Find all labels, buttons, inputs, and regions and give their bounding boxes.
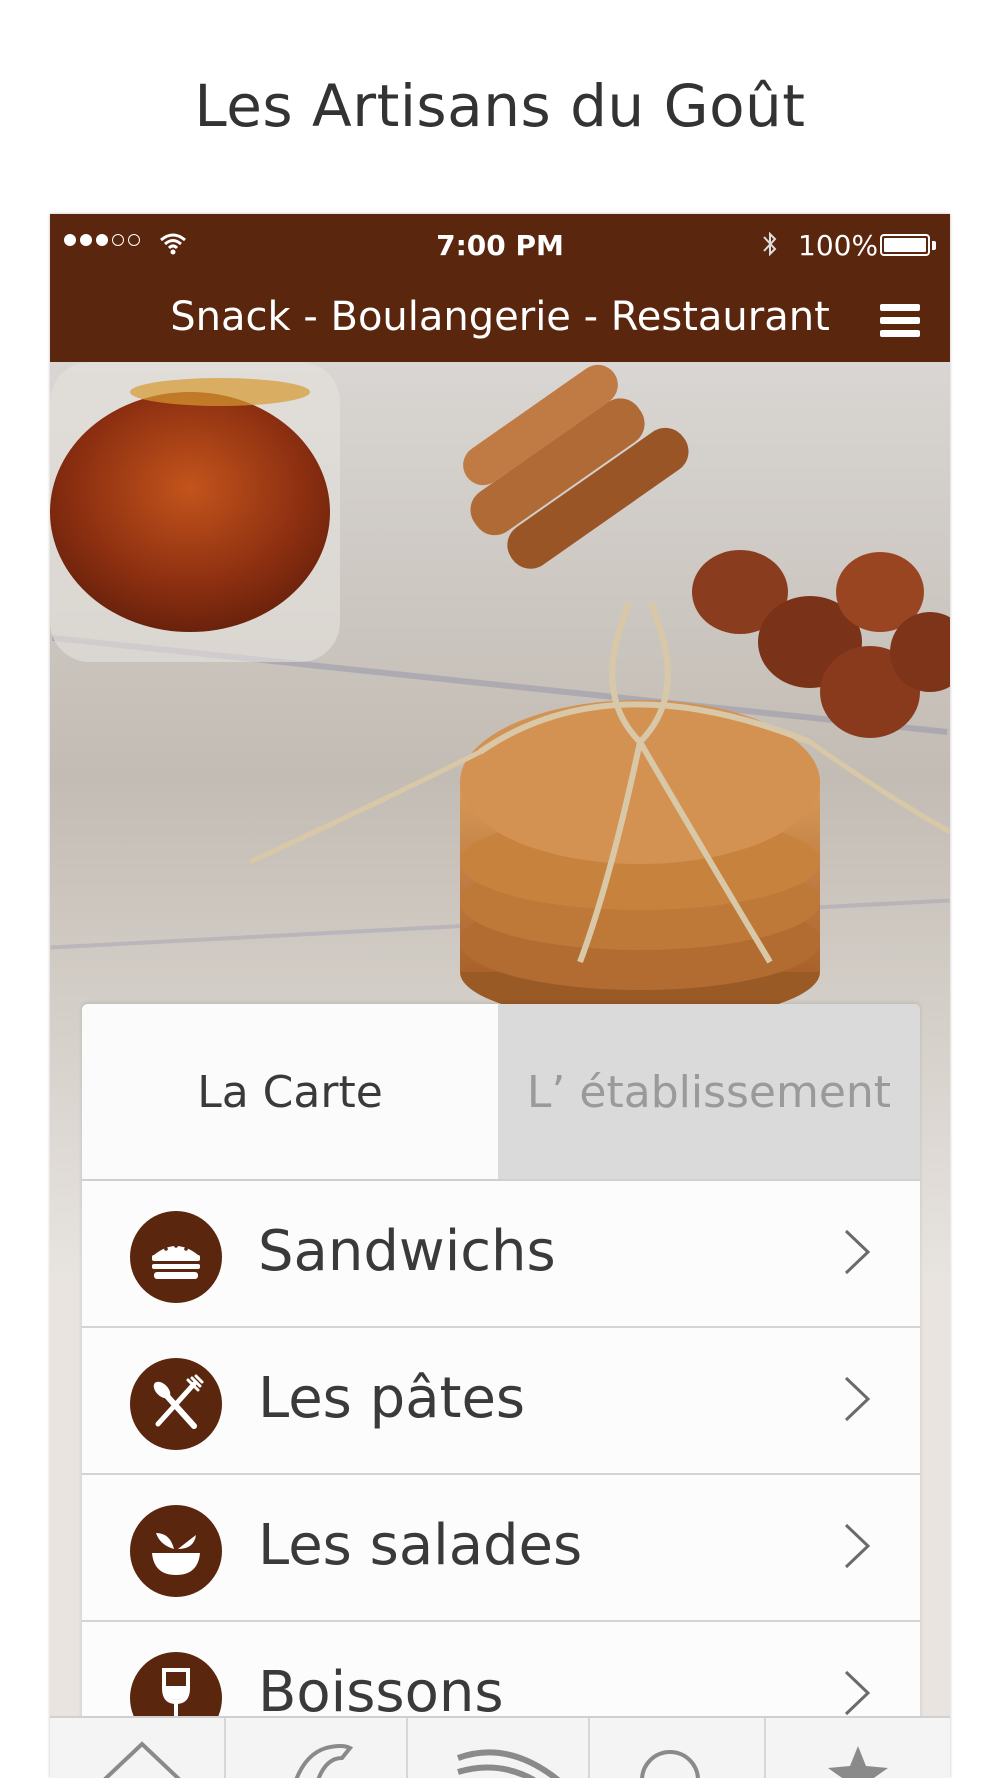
menu-item-les-salades[interactable]: Les salades [82, 1475, 920, 1622]
menu-item-label: Les pâtes [258, 1366, 526, 1431]
status-bar: 7:00 PM 100% [50, 214, 950, 276]
chevron-right-icon [844, 1523, 871, 1569]
battery-percent: 100% [798, 229, 879, 262]
rss-icon [456, 1749, 560, 1778]
tabbar-home[interactable] [50, 1718, 226, 1778]
star-icon [828, 1746, 888, 1778]
menu-card: La Carte L’ établissement Sandwichs Les … [82, 1004, 920, 1778]
fork-knife-icon [130, 1358, 222, 1450]
salad-bowl-icon [130, 1505, 222, 1597]
navigation-bar: Snack - Boulangerie - Restaurant [50, 276, 950, 362]
app-name-heading: Les Artisans du Goût [194, 72, 806, 140]
menu-list: Sandwichs Les pâtes Les salades Boissons [82, 1181, 920, 1769]
bottom-tab-bar [50, 1716, 950, 1778]
tabbar-rss[interactable] [408, 1718, 590, 1778]
bluetooth-icon [763, 231, 777, 257]
nav-title: Snack - Boulangerie - Restaurant [170, 294, 830, 340]
chevron-right-icon [844, 1376, 871, 1422]
phone-screen: 7:00 PM 100% Snack - Boulangerie - Resta… [50, 214, 950, 1778]
tab-la-carte[interactable]: La Carte [82, 1004, 498, 1180]
home-icon [103, 1741, 181, 1778]
menu-item-label: Les salades [258, 1513, 583, 1578]
hamburger-menu-icon[interactable] [880, 304, 920, 338]
tabbar-favorites[interactable] [766, 1718, 950, 1778]
sandwich-icon [130, 1211, 222, 1303]
segmented-tabs: La Carte L’ établissement [82, 1004, 920, 1181]
tabbar-phone[interactable] [226, 1718, 408, 1778]
battery-tip [932, 241, 936, 250]
menu-item-sandwichs[interactable]: Sandwichs [82, 1181, 920, 1328]
phone-icon [294, 1744, 354, 1778]
chevron-right-icon [844, 1229, 871, 1275]
search-icon [640, 1750, 700, 1778]
chevron-right-icon [844, 1670, 871, 1716]
tabbar-search[interactable] [590, 1718, 766, 1778]
menu-item-label: Sandwichs [258, 1219, 556, 1284]
tab-etablissement[interactable]: L’ établissement [498, 1004, 920, 1180]
menu-item-les-pates[interactable]: Les pâtes [82, 1328, 920, 1475]
battery-icon [880, 234, 930, 256]
